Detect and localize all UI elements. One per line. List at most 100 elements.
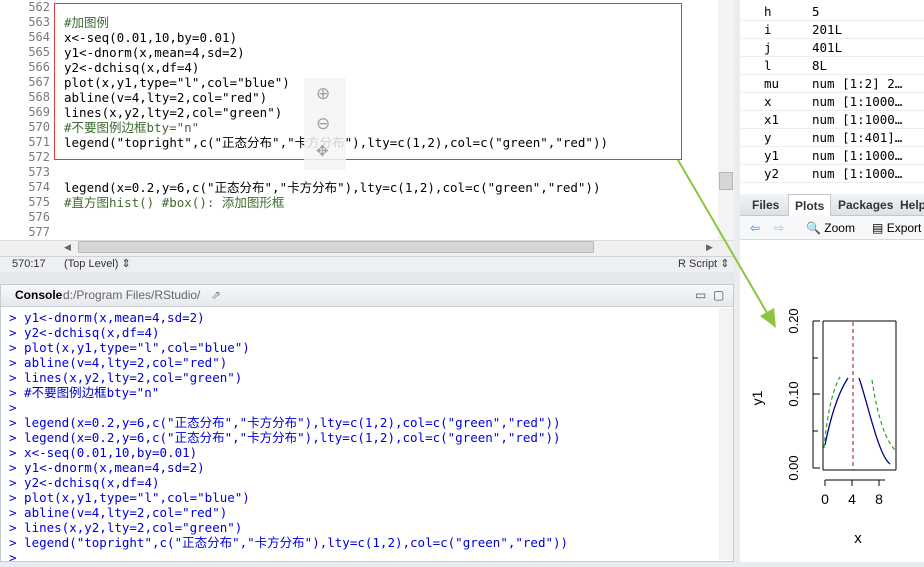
- env-row[interactable]: y2 num [1:1000…: [740, 165, 924, 183]
- magnifier-icon: 🔍: [806, 221, 821, 235]
- go-to-directory-icon[interactable]: ⇗: [211, 285, 221, 306]
- env-row[interactable]: l 8L: [740, 57, 924, 75]
- console-line: > plot(x,y1,type="l",col="blue"): [9, 490, 250, 505]
- env-row[interactable]: mu num [1:2] 2…: [740, 75, 924, 93]
- console-line: > legend(x=0.2,y=6,c("正态分布","卡方分布"),lty=…: [9, 430, 561, 445]
- env-row[interactable]: i 201L: [740, 21, 924, 39]
- tab-packages[interactable]: Packages: [838, 194, 893, 216]
- move-icon[interactable]: ✥: [316, 142, 329, 160]
- console-line: > lines(x,y2,lty=2,col="green"): [9, 520, 243, 535]
- env-row[interactable]: j 401L: [740, 39, 924, 57]
- env-value: 5: [812, 4, 820, 19]
- scope-label: (Top Level): [64, 258, 119, 270]
- line-number: 564: [28, 30, 50, 44]
- console-line: > y1<-dnorm(x,mean=4,sd=2): [9, 460, 205, 475]
- env-name: i: [764, 22, 772, 37]
- env-row[interactable]: x1 num [1:1000…: [740, 111, 924, 129]
- env-row[interactable]: h5: [740, 3, 924, 21]
- env-value: num [1:401]…: [812, 130, 903, 145]
- env-name: l: [764, 58, 772, 73]
- code-line[interactable]: 577: [0, 225, 718, 240]
- pane-splitter[interactable]: [0, 272, 734, 284]
- line-number: 563: [28, 15, 50, 29]
- scroll-right-icon[interactable]: ▶: [706, 242, 713, 253]
- console-line: > legend("topright",c("正态分布","卡方分布"),lty…: [9, 535, 569, 550]
- file-type-label: R Script: [678, 258, 718, 270]
- export-button[interactable]: ▤ Export: [872, 216, 921, 240]
- env-name: mu: [764, 76, 780, 91]
- code-text: #直方图hist() #box(): 添加图形框: [64, 195, 285, 210]
- minimize-icon[interactable]: ▭: [695, 285, 706, 306]
- line-number: 576: [28, 210, 50, 224]
- line-number: 572: [28, 150, 50, 164]
- code-line[interactable]: 574 legend(x=0.2,y=6,c("正态分布","卡方分布"),lty…: [0, 180, 718, 195]
- line-number: 566: [28, 60, 50, 74]
- line-number: 568: [28, 90, 50, 104]
- line-number: 570: [28, 120, 50, 134]
- env-value: num [1:1000…: [812, 166, 903, 181]
- zoom-in-icon[interactable]: ⊕: [316, 84, 330, 104]
- env-value: num [1:1000…: [812, 94, 903, 109]
- editor-vertical-scroll-thumb[interactable]: [719, 172, 733, 190]
- x-tick-label-8: 8: [875, 491, 883, 507]
- console-pane[interactable]: Console d:/Program Files/RStudio/ ⇗ ▭ ▢ …: [0, 284, 734, 565]
- plot-svg: 0.00 0.10 0.20 y1 0 4 8 x: [749, 308, 897, 547]
- console-line: > #不要图例边框bty="n": [9, 385, 160, 400]
- code-line[interactable]: 576: [0, 210, 718, 225]
- updown-icon: ⇕: [720, 258, 730, 270]
- code-line[interactable]: 573: [0, 165, 718, 180]
- env-value: num [1:1000…: [812, 112, 903, 127]
- env-value: 201L: [812, 22, 843, 37]
- env-row[interactable]: y num [1:401]…: [740, 129, 924, 147]
- pane-tabs: Files Plots Packages Help: [740, 194, 924, 216]
- tab-files[interactable]: Files: [752, 194, 779, 216]
- maximize-icon[interactable]: ▢: [713, 285, 724, 306]
- y-tick-label-0: 0.00: [786, 455, 801, 480]
- console-path: d:/Program Files/RStudio/: [63, 288, 201, 302]
- console-line: > plot(x,y1,type="l",col="blue"): [9, 340, 250, 355]
- line-number: 575: [28, 195, 50, 209]
- console-header: Console d:/Program Files/RStudio/ ⇗ ▭ ▢: [1, 285, 733, 307]
- env-row[interactable]: x num [1:1000…: [740, 93, 924, 111]
- env-name: y1: [764, 148, 780, 163]
- density-curve-blue: [824, 377, 891, 465]
- zoom-out-icon[interactable]: ⊖: [316, 114, 330, 134]
- zoom-overlay: ⊕ ⊖ ✥: [304, 78, 346, 170]
- x-tick-label-0: 0: [821, 491, 829, 507]
- density-curve-green: [823, 376, 896, 451]
- tab-help[interactable]: Help: [900, 194, 924, 216]
- line-number: 569: [28, 105, 50, 119]
- env-value: num [1:1000…: [812, 148, 903, 163]
- zoom-button[interactable]: 🔍 Zoom: [806, 216, 855, 240]
- env-name: y: [764, 130, 772, 145]
- console-scrollbar[interactable]: [719, 308, 733, 560]
- file-type-selector[interactable]: R Script ⇕: [678, 257, 729, 272]
- console-title: Console: [15, 288, 63, 302]
- y-axis-label: y1: [749, 390, 765, 405]
- editor-vertical-scrollbar[interactable]: [718, 0, 734, 240]
- forward-arrow-icon[interactable]: ⇨: [774, 216, 784, 240]
- export-label: Export: [886, 221, 922, 235]
- env-name: h: [764, 4, 772, 19]
- scope-selector[interactable]: (Top Level) ⇕: [64, 257, 131, 272]
- line-number: 573: [28, 165, 50, 179]
- line-number: 567: [28, 75, 50, 89]
- tab-plots[interactable]: Plots: [788, 194, 832, 216]
- source-editor[interactable]: 562 563 #加图例 564 x<-seq(0.01,10,by=0.01) 565 y…: [0, 0, 734, 272]
- console-line: > abline(v=4,lty=2,col="red"): [9, 505, 228, 520]
- line-number: 562: [28, 0, 50, 14]
- export-icon: ▤: [872, 221, 884, 235]
- editor-horizontal-scroll-thumb[interactable]: [78, 241, 594, 253]
- console-line: > lines(x,y2,lty=2,col="green"): [9, 370, 243, 385]
- scroll-left-icon[interactable]: ◀: [64, 242, 71, 253]
- code-text: legend(x=0.2,y=6,c("正态分布","卡方分布"),lty=c(…: [64, 180, 601, 195]
- legend-box: [824, 322, 895, 369]
- env-value: num [1:2] 2…: [812, 76, 903, 91]
- env-name: x1: [764, 112, 780, 127]
- back-arrow-icon[interactable]: ⇦: [750, 216, 760, 240]
- env-row[interactable]: y1 num [1:1000…: [740, 147, 924, 165]
- console-line: > y1<-dnorm(x,mean=4,sd=2): [9, 310, 205, 325]
- console-line: > legend(x=0.2,y=6,c("正态分布","卡方分布"),lty=…: [9, 415, 561, 430]
- code-line[interactable]: 575 #直方图hist() #box(): 添加图形框: [0, 195, 718, 210]
- console-line: >: [9, 400, 17, 415]
